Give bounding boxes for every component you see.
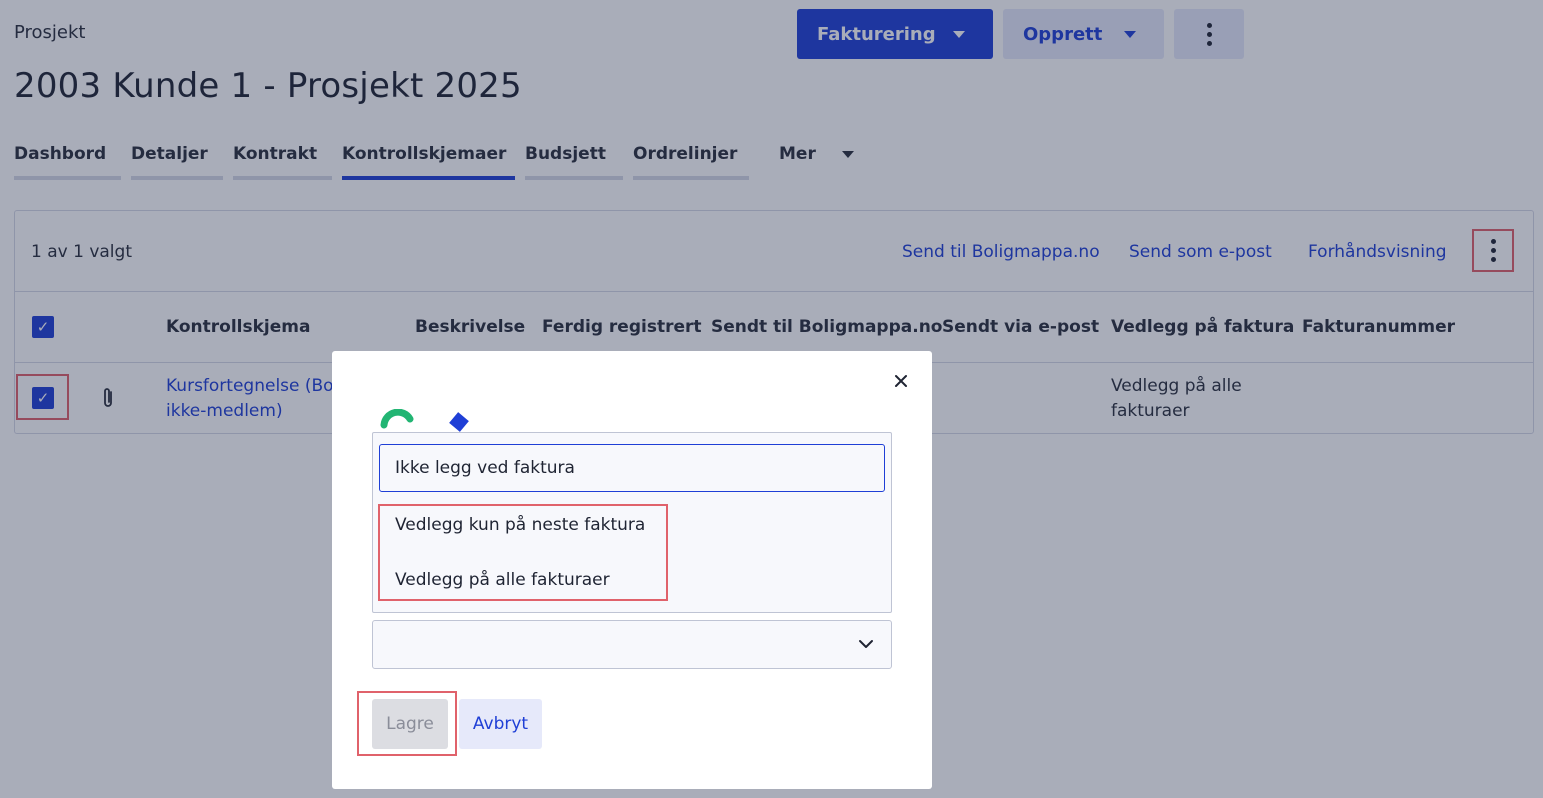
- second-select[interactable]: [372, 620, 892, 669]
- attachment-dialog: Ikke legg ved faktura Vedlegg kun på nes…: [332, 351, 932, 789]
- dropdown-option[interactable]: Vedlegg kun på neste faktura: [395, 515, 645, 535]
- dropdown-option-selected[interactable]: Ikke legg ved faktura: [379, 444, 885, 492]
- cancel-button[interactable]: Avbryt: [459, 699, 542, 749]
- save-button[interactable]: Lagre: [372, 699, 448, 749]
- vedlegg-dropdown-list: Ikke legg ved faktura Vedlegg kun på nes…: [372, 432, 892, 613]
- close-icon[interactable]: [892, 372, 910, 390]
- chevron-down-icon: [859, 640, 873, 648]
- dropdown-option[interactable]: Vedlegg på alle fakturaer: [395, 570, 610, 590]
